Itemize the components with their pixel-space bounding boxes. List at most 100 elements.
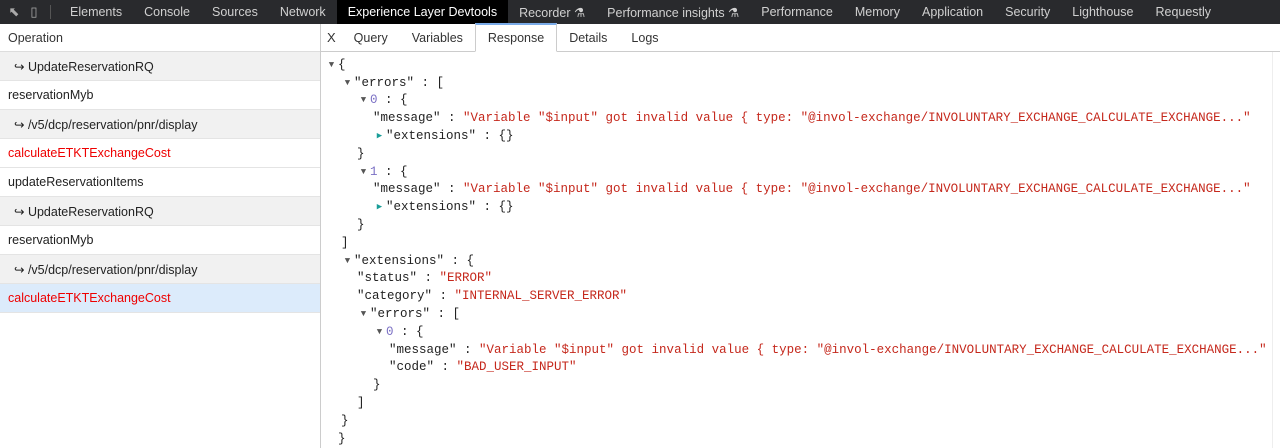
json-punct: ]	[357, 396, 365, 411]
json-punct: {	[338, 57, 346, 72]
json-line: ▼ 0 : {	[321, 92, 1280, 110]
tab-application[interactable]: Application	[911, 0, 994, 24]
operation-row[interactable]: ↪ /v5/dcp/reservation/pnr/display	[0, 255, 320, 284]
operation-label: reservationMyb	[8, 233, 94, 247]
tab-response[interactable]: Response	[474, 23, 558, 52]
json-key: "status"	[357, 271, 418, 286]
json-punct: : {}	[476, 129, 514, 144]
json-key: "code"	[389, 360, 435, 375]
json-key: "message"	[389, 342, 457, 357]
tab-logs[interactable]: Logs	[619, 24, 670, 51]
operation-row[interactable]: calculateETKTExchangeCost	[0, 139, 320, 168]
tab-performance[interactable]: Performance	[750, 0, 844, 24]
operation-row[interactable]: ↪ UpdateReservationRQ	[0, 52, 320, 81]
operation-row[interactable]: ↪ /v5/dcp/reservation/pnr/display	[0, 110, 320, 139]
tab-network[interactable]: Network	[269, 0, 337, 24]
operation-row[interactable]: ↪ UpdateReservationRQ	[0, 197, 320, 226]
operation-label: ↪ UpdateReservationRQ	[14, 204, 154, 219]
operation-label: ↪ /v5/dcp/reservation/pnr/display	[14, 262, 198, 277]
json-key: "category"	[357, 289, 433, 304]
operation-label: calculateETKTExchangeCost	[8, 146, 171, 160]
divider	[50, 5, 51, 19]
json-punct: : {}	[476, 200, 514, 215]
tab-sources[interactable]: Sources	[201, 0, 269, 24]
inspect-icon[interactable]: ⬉	[4, 0, 24, 24]
json-punct: : [	[430, 307, 461, 322]
tab-recorder[interactable]: Recorder ⚗	[508, 0, 596, 24]
tab-security[interactable]: Security	[994, 0, 1061, 24]
close-button[interactable]: X	[321, 24, 342, 51]
json-key: "message"	[373, 111, 441, 126]
json-line: ]	[321, 394, 1280, 412]
detail-tabs: X Query Variables Response Details Logs	[321, 23, 1280, 52]
json-punct: :	[440, 182, 464, 197]
json-key: "extensions"	[354, 253, 445, 268]
json-line: ▶ "extensions" : {}	[321, 127, 1280, 145]
json-punct: :	[432, 289, 455, 304]
json-line: "status" : "ERROR"	[321, 270, 1280, 288]
collapsed-triangle-icon[interactable]: ▶	[373, 131, 386, 141]
scrollbar[interactable]	[1272, 52, 1280, 448]
tab-variables[interactable]: Variables	[400, 24, 475, 51]
json-punct: : [	[414, 75, 445, 90]
json-line: }	[321, 412, 1280, 430]
json-punct: : {	[444, 253, 475, 268]
json-punct: }	[338, 431, 346, 446]
operation-row[interactable]: reservationMyb	[0, 81, 320, 110]
json-value: "ERROR"	[439, 271, 493, 286]
tab-details[interactable]: Details	[557, 24, 619, 51]
operation-label: calculateETKTExchangeCost	[8, 291, 171, 305]
json-punct: ]	[341, 235, 349, 250]
tab-performance-insights[interactable]: Performance insights ⚗	[596, 0, 750, 24]
json-line: }	[321, 216, 1280, 234]
detail-panel: X Query Variables Response Details Logs ▼{▼ "…	[321, 23, 1280, 448]
operation-label: reservationMyb	[8, 88, 94, 102]
tab-memory[interactable]: Memory	[844, 0, 911, 24]
expand-triangle-icon[interactable]: ▼	[373, 327, 386, 337]
json-value: "BAD_USER_INPUT"	[456, 360, 577, 375]
json-line: ▼{	[321, 56, 1280, 74]
json-index: 0	[370, 93, 378, 108]
json-line: ▶ "extensions" : {}	[321, 198, 1280, 216]
tab-console[interactable]: Console	[133, 0, 201, 24]
json-punct: : {	[377, 164, 408, 179]
tab-query[interactable]: Query	[342, 24, 400, 51]
operation-row[interactable]: updateReservationItems	[0, 168, 320, 197]
json-value: "INTERNAL_SERVER_ERROR"	[454, 289, 628, 304]
tab-experience-layer-devtools[interactable]: Experience Layer Devtools	[336, 0, 509, 24]
json-key: "extensions"	[386, 129, 477, 144]
json-line: ▼ 1 : {	[321, 163, 1280, 181]
device-toolbar-icon[interactable]: ▯	[24, 0, 44, 24]
expand-triangle-icon[interactable]: ▼	[357, 95, 370, 105]
operation-label: ↪ /v5/dcp/reservation/pnr/display	[14, 117, 198, 132]
json-line: ▼ "errors" : [	[321, 305, 1280, 323]
tab-elements[interactable]: Elements	[59, 0, 133, 24]
expand-triangle-icon[interactable]: ▼	[341, 256, 354, 266]
json-punct: }	[341, 413, 349, 428]
json-key: "message"	[373, 182, 441, 197]
expand-triangle-icon[interactable]: ▼	[341, 78, 354, 88]
json-index: 0	[386, 324, 394, 339]
tab-requestly[interactable]: Requestly	[1144, 0, 1222, 24]
operation-row[interactable]: calculateETKTExchangeCost	[0, 284, 320, 313]
json-line: "message" : "Variable "$input" got inval…	[321, 341, 1280, 359]
json-line: ▼ 0 : {	[321, 323, 1280, 341]
json-line: "message" : "Variable "$input" got inval…	[321, 109, 1280, 127]
operation-row[interactable]: reservationMyb	[0, 226, 320, 255]
json-punct: }	[373, 378, 381, 393]
tab-lighthouse[interactable]: Lighthouse	[1061, 0, 1144, 24]
json-line: "category" : "INTERNAL_SERVER_ERROR"	[321, 287, 1280, 305]
json-line: ▼ "errors" : [	[321, 74, 1280, 92]
json-value: "Variable "$input" got invalid value { t…	[463, 182, 1251, 197]
json-punct: }	[357, 218, 365, 233]
json-index: 1	[370, 164, 378, 179]
expand-triangle-icon[interactable]: ▼	[325, 60, 338, 70]
json-punct: }	[357, 146, 365, 161]
collapsed-triangle-icon[interactable]: ▶	[373, 202, 386, 212]
operation-list: Operation ↪ UpdateReservationRQ reservati…	[0, 24, 321, 448]
json-value: "Variable "$input" got invalid value { t…	[479, 342, 1267, 357]
operation-header: Operation	[0, 24, 320, 52]
json-line: }	[321, 430, 1280, 448]
expand-triangle-icon[interactable]: ▼	[357, 309, 370, 319]
expand-triangle-icon[interactable]: ▼	[357, 167, 370, 177]
